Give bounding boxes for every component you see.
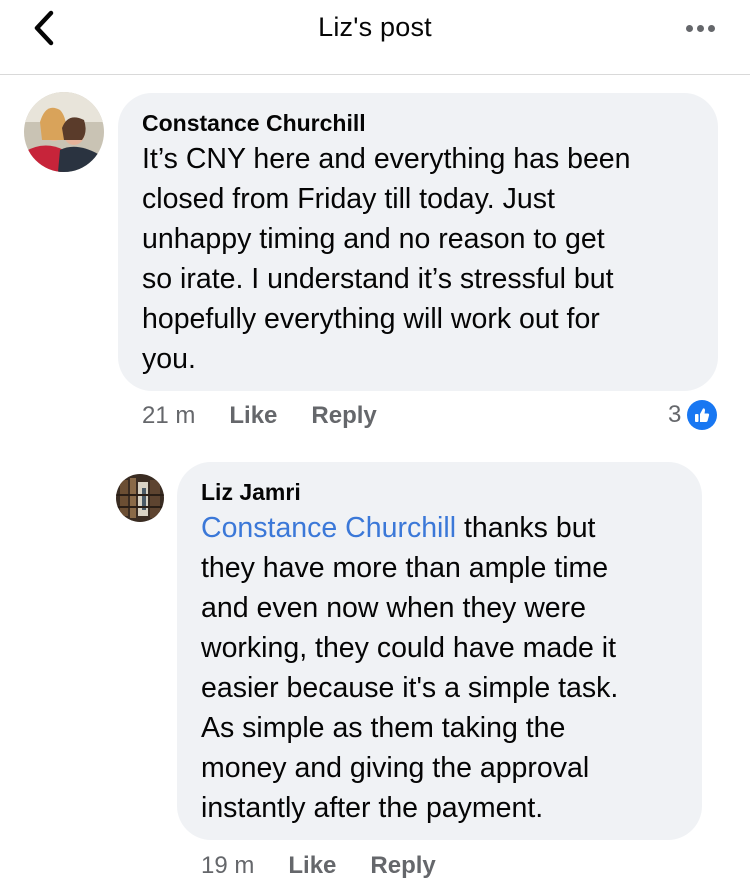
like-button[interactable]: Like <box>229 402 277 430</box>
reply-button[interactable]: Reply <box>311 402 376 430</box>
like-button[interactable]: Like <box>288 852 336 880</box>
comment-line: and even now when they were <box>201 592 587 624</box>
comment-line: closed from Friday till today. Just <box>142 183 555 215</box>
avatar[interactable] <box>24 92 104 172</box>
comment-author[interactable]: Constance Churchill <box>142 109 694 137</box>
thumbs-up-icon <box>687 400 718 430</box>
comment-line: instantly after the payment. <box>201 792 544 824</box>
comment-line-text: thanks but <box>456 512 596 544</box>
avatar-photo <box>24 92 104 172</box>
comment-timestamp: 21 m <box>142 402 196 429</box>
comment-bubble[interactable]: Constance Churchill It’s CNY here and ev… <box>118 93 718 391</box>
avatar[interactable] <box>116 474 164 522</box>
comment-author[interactable]: Liz Jamri <box>201 478 678 506</box>
comment-text: It’s CNY here and everything has been cl… <box>142 139 694 379</box>
more-options-button[interactable] <box>680 14 720 42</box>
reply-button[interactable]: Reply <box>370 852 435 880</box>
comment-line: working, they could have made it <box>201 632 617 664</box>
comment-line: money and giving the approval <box>201 752 590 784</box>
comment-line: unhappy timing and no reason to get <box>142 223 605 255</box>
comment-line: It’s CNY here and everything has been <box>142 143 631 175</box>
avatar-photo <box>116 474 164 522</box>
comment-actions: 19 m Like Reply <box>201 852 436 880</box>
more-horizontal-icon <box>685 24 693 32</box>
post-comments-screen: Liz's post Constance Churchill It’s CNY … <box>0 0 750 892</box>
reaction-summary[interactable]: 3 <box>668 400 718 430</box>
comment-line: you. <box>142 343 196 375</box>
comment-line: easier because it's a simple task. <box>201 672 619 704</box>
comment-line: so irate. I understand it’s stressful bu… <box>142 263 614 295</box>
top-bar: Liz's post <box>0 0 750 75</box>
comment-line: As simple as them taking the <box>201 712 566 744</box>
more-dot <box>696 24 704 32</box>
comment-line: hopefully everything will work out for <box>142 303 600 335</box>
more-dot <box>707 24 715 32</box>
thumbs-up-glyph <box>695 408 710 422</box>
comment-line: Constance Churchill thanks but <box>201 508 678 548</box>
reaction-count: 3 <box>668 401 682 428</box>
comment-actions: 21 m Like Reply <box>142 402 377 430</box>
comment-timestamp: 19 m <box>201 852 255 879</box>
comment-bubble[interactable]: Liz Jamri Constance Churchill thanks but… <box>177 462 702 840</box>
mention-link[interactable]: Constance Churchill <box>201 512 456 544</box>
page-title: Liz's post <box>318 12 432 42</box>
comment-text: Constance Churchill thanks but they have… <box>201 508 678 828</box>
comment-line: they have more than ample time <box>201 552 609 584</box>
